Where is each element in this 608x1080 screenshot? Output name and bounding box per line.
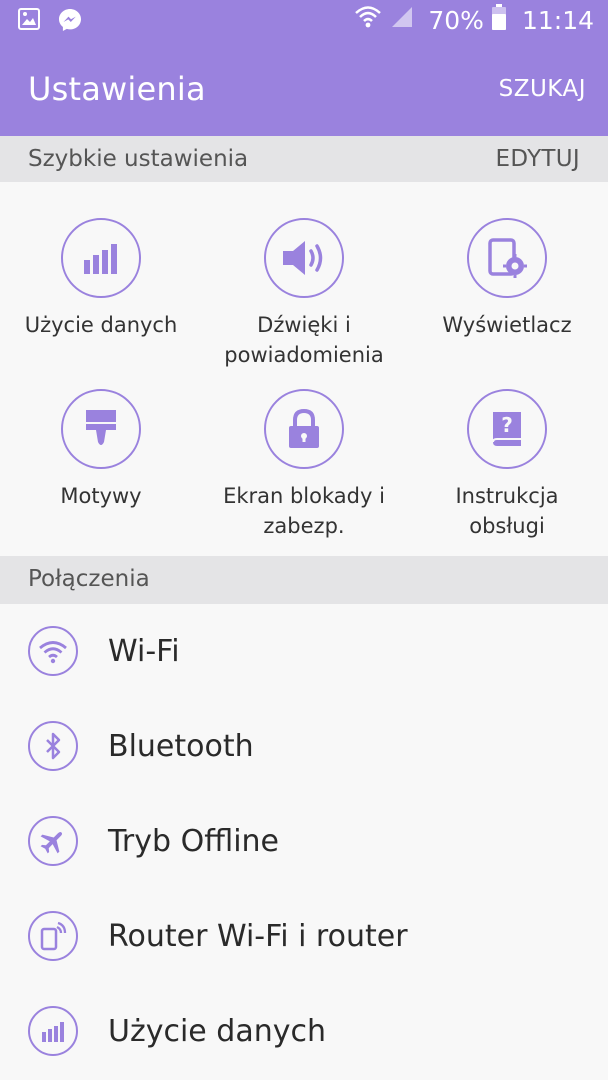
quick-setting-lock-screen[interactable]: Ekran blokady i zabezp.	[209, 389, 399, 541]
wifi-status-icon	[354, 4, 382, 36]
app-bar: Ustawienia SZUKAJ	[0, 44, 608, 136]
page-title: Ustawienia	[28, 70, 206, 108]
quick-setting-user-manual[interactable]: ? Instrukcja obsługi	[412, 389, 602, 541]
bluetooth-icon	[28, 721, 78, 771]
edit-button[interactable]: EDYTUJ	[495, 146, 580, 172]
list-item-label: Router Wi-Fi i router	[108, 919, 408, 954]
quick-settings-header: Szybkie ustawienia EDYTUJ	[0, 136, 608, 182]
quick-setting-label: Użycie danych	[24, 313, 178, 337]
list-item-offline-mode[interactable]: Tryb Offline	[0, 794, 608, 889]
svg-text:?: ?	[501, 413, 513, 437]
display-icon	[467, 218, 547, 298]
signal-icon	[390, 5, 414, 35]
search-button[interactable]: SZUKAJ	[499, 76, 586, 102]
connections-title: Połączenia	[28, 566, 150, 592]
quick-setting-display[interactable]: Wyświetlacz	[412, 218, 602, 340]
quick-setting-themes[interactable]: Motywy	[6, 389, 196, 511]
speaker-icon	[264, 218, 344, 298]
help-book-icon: ?	[467, 389, 547, 469]
list-item-bluetooth[interactable]: Bluetooth	[0, 699, 608, 794]
list-item-data-usage[interactable]: Użycie danych	[0, 984, 608, 1079]
connections-header: Połączenia	[0, 556, 608, 604]
clock: 11:14	[521, 5, 594, 35]
gallery-notification-icon	[18, 8, 40, 36]
hotspot-icon	[28, 911, 78, 961]
messenger-notification-icon	[58, 8, 82, 36]
list-item-label: Użycie danych	[108, 1014, 326, 1049]
battery-icon	[491, 4, 506, 36]
quick-setting-label: Ekran blokady i zabezp.	[223, 484, 385, 538]
quick-setting-label: Instrukcja obsługi	[455, 484, 559, 538]
connections-list: Wi-Fi Bluetooth Tryb Offline Router Wi-F…	[0, 604, 608, 1079]
paintbrush-icon	[61, 389, 141, 469]
quick-settings-title: Szybkie ustawienia	[28, 146, 249, 172]
list-item-label: Bluetooth	[108, 729, 254, 764]
list-item-label: Tryb Offline	[108, 824, 280, 859]
list-item-wifi[interactable]: Wi-Fi	[0, 604, 608, 699]
quick-setting-data-usage[interactable]: Użycie danych	[6, 218, 196, 340]
quick-setting-label: Motywy	[60, 484, 142, 508]
quick-settings-grid: Użycie danych Dźwięki i powiadomienia Wy…	[0, 184, 608, 556]
quick-setting-sounds[interactable]: Dźwięki i powiadomienia	[209, 218, 399, 370]
wifi-icon	[28, 626, 78, 676]
airplane-icon	[28, 816, 78, 866]
status-bar: 70% 11:14	[0, 0, 608, 44]
list-item-hotspot[interactable]: Router Wi-Fi i router	[0, 889, 608, 984]
data-usage-icon	[28, 1006, 78, 1056]
battery-percent: 70%	[428, 5, 484, 35]
list-item-label: Wi-Fi	[108, 634, 180, 669]
lock-icon	[264, 389, 344, 469]
data-usage-icon	[61, 218, 141, 298]
quick-setting-label: Dźwięki i powiadomienia	[224, 313, 384, 367]
quick-setting-label: Wyświetlacz	[442, 313, 572, 337]
